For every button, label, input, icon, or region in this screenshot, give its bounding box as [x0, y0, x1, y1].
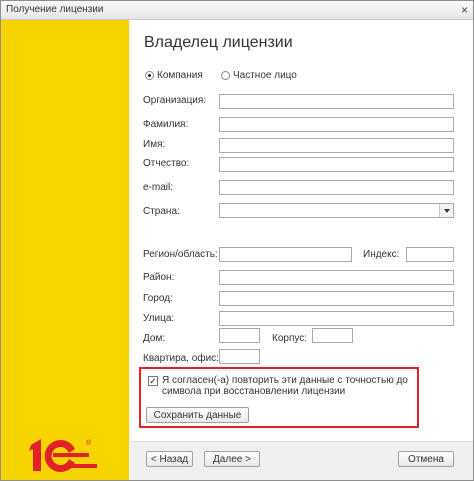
city-field[interactable]: [219, 291, 454, 306]
city-label: Город:: [143, 293, 173, 304]
house-field[interactable]: [219, 328, 260, 343]
name-field[interactable]: [219, 138, 454, 153]
surname-field[interactable]: [219, 117, 454, 132]
radio-company[interactable]: Компания: [145, 70, 203, 81]
name-label: Имя:: [143, 139, 166, 150]
street-field[interactable]: [219, 311, 454, 326]
street-label: Улица:: [143, 313, 175, 324]
radio-private-person[interactable]: Частное лицо: [221, 70, 297, 81]
building-field[interactable]: [312, 328, 353, 343]
email-field[interactable]: [219, 180, 454, 195]
title-bar: Получение лицензии ×: [1, 1, 473, 20]
patronymic-label: Отчество:: [143, 158, 190, 169]
district-field[interactable]: [219, 270, 454, 285]
surname-label: Фамилия:: [143, 119, 189, 130]
building-label: Корпус:: [272, 333, 308, 344]
country-label: Страна:: [143, 206, 180, 217]
window-title: Получение лицензии: [6, 4, 104, 15]
region-label: Регион/область:: [143, 249, 218, 260]
radio-company-indicator[interactable]: [145, 71, 154, 80]
patronymic-field[interactable]: [219, 157, 454, 172]
chevron-down-icon: [443, 208, 450, 213]
radio-private-label: Частное лицо: [233, 70, 297, 81]
district-label: Район:: [143, 272, 175, 283]
radio-company-label: Компания: [157, 70, 203, 81]
cancel-button[interactable]: Отмена: [398, 451, 454, 467]
email-label: e-mail:: [143, 182, 174, 193]
save-data-button[interactable]: Сохранить данные: [146, 407, 249, 423]
form-panel: Владелец лицензии Компания Частное лицо …: [130, 20, 473, 462]
svg-text:®: ®: [86, 439, 92, 447]
apartment-field[interactable]: [219, 349, 260, 364]
country-dropdown-button[interactable]: [439, 204, 453, 217]
index-label: Индекс:: [363, 249, 400, 260]
index-field[interactable]: [406, 247, 454, 262]
house-label: Дом:: [143, 333, 166, 344]
country-select[interactable]: [219, 203, 454, 218]
next-button[interactable]: Далее >: [204, 451, 260, 467]
organization-field[interactable]: [219, 94, 454, 109]
organization-label: Организация:: [143, 95, 207, 106]
apartment-label: Квартира, офис:: [143, 353, 219, 364]
region-field[interactable]: [219, 247, 352, 262]
radio-private-indicator[interactable]: [221, 71, 230, 80]
footer-bar: < Назад Далее > Отмена: [130, 442, 473, 480]
agree-checkbox[interactable]: ✓: [148, 376, 158, 386]
page-title: Владелец лицензии: [144, 34, 293, 51]
sidebar: ®: [1, 20, 129, 480]
back-button[interactable]: < Назад: [146, 451, 193, 467]
agree-text: Я согласен(-а) повторить эти данные с то…: [162, 375, 408, 397]
license-dialog: Получение лицензии × ® Владелец лицензии…: [0, 0, 474, 481]
close-icon[interactable]: ×: [461, 3, 468, 17]
logo-1c-icon: ®: [29, 439, 97, 472]
agreement-section: ✓ Я согласен(-а) повторить эти данные с …: [139, 367, 419, 428]
